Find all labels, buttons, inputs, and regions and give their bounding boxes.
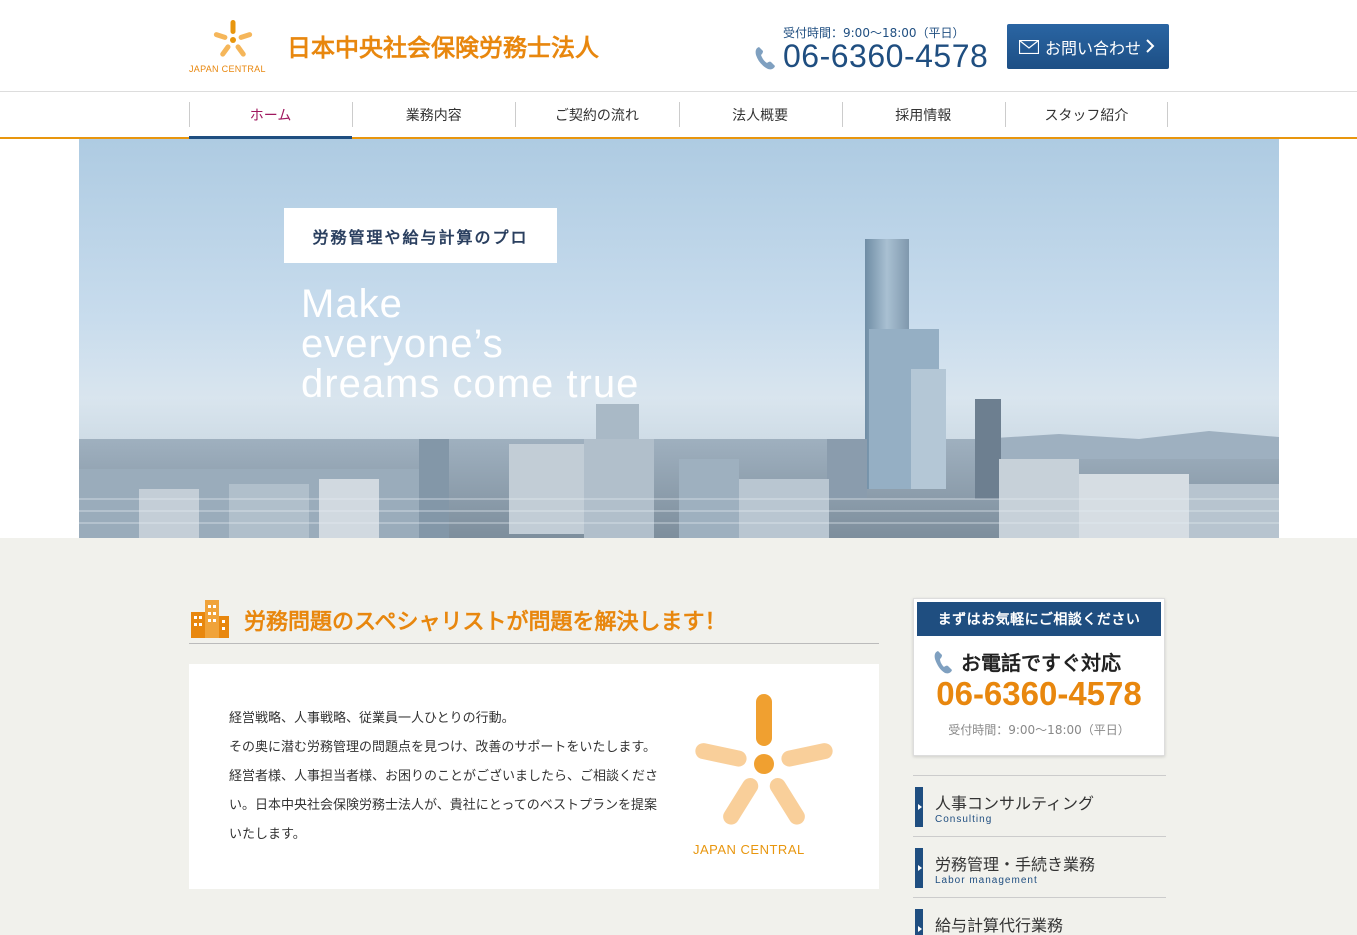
nav-item-contract-flow[interactable]: ご契約の流れ — [515, 92, 678, 137]
service-menu: 人事コンサルティング Consulting 労務管理・手続き業務 Labor m… — [913, 775, 1166, 935]
service-label: 人事コンサルティング — [935, 794, 1095, 813]
logo-wordmark: JAPAN CENTRAL — [189, 64, 266, 74]
service-sublabel: Labor management — [935, 875, 1038, 886]
contact-button[interactable]: お問い合わせ — [1007, 24, 1169, 69]
chevron-right-icon — [1146, 39, 1155, 53]
service-item-payroll[interactable]: 給与計算代行業務 — [913, 897, 1166, 935]
service-label: 労務管理・手続き業務 — [935, 855, 1096, 874]
phone-cta-box[interactable]: まずはお気軽にご相談ください お電話ですぐ対応 06-6360-4578 受付時… — [913, 598, 1165, 756]
section-title: 労務問題のスペシャリストが問題を解決します！ — [244, 610, 727, 635]
nav-item-staff[interactable]: スタッフ紹介 — [1004, 92, 1169, 137]
triangle-right-icon — [918, 865, 922, 871]
mail-icon — [1019, 39, 1039, 54]
site-header: JAPAN CENTRAL 日本中央社会保険労務士法人 受付時間：9:00〜18… — [0, 0, 1357, 92]
hero-tagline: 労務管理や給与計算のプロ — [284, 208, 557, 263]
hero-headline: Make everyone’s dreams come true — [301, 282, 640, 406]
phone-icon — [755, 47, 775, 70]
phone-number[interactable]: 06-6360-4578 — [783, 38, 988, 75]
asterisk-logo-icon — [695, 694, 833, 825]
nav-item-services[interactable]: 業務内容 — [352, 92, 515, 137]
cta-hours: 受付時間：9:00〜18:00（平日） — [948, 723, 1130, 737]
intro-text: 経営戦略、人事戦略、従業員一人ひとりの行動。 その奥に潜む労務管理の問題点を見つ… — [229, 711, 659, 842]
company-logo[interactable]: JAPAN CENTRAL — [189, 18, 285, 76]
intro-logo: JAPAN CENTRAL — [689, 694, 839, 859]
company-name[interactable]: 日本中央社会保険労務士法人 — [287, 28, 599, 63]
city-skyline-image — [79, 239, 1279, 538]
triangle-right-icon — [918, 926, 922, 932]
cta-phone-number[interactable]: 06-6360-4578 — [914, 675, 1164, 713]
main-nav: ホーム 業務内容 ご契約の流れ 法人概要 採用情報 スタッフ紹介 — [0, 92, 1357, 139]
phone-icon — [934, 651, 952, 674]
service-label: 給与計算代行業務 — [935, 916, 1064, 935]
nav-item-home[interactable]: ホーム — [189, 92, 353, 139]
cta-title: お電話ですぐ対応 — [961, 651, 1121, 675]
triangle-right-icon — [918, 804, 922, 810]
nav-item-recruit[interactable]: 採用情報 — [841, 92, 1005, 137]
hero-banner: 労務管理や給与計算のプロ Make everyone’s dreams come… — [79, 139, 1279, 538]
asterisk-logo-icon — [213, 20, 253, 57]
service-sublabel: Consulting — [935, 814, 993, 825]
building-icon — [191, 600, 229, 638]
intro-logo-wordmark: JAPAN CENTRAL — [693, 842, 805, 857]
intro-card: 経営戦略、人事戦略、従業員一人ひとりの行動。 その奥に潜む労務管理の問題点を見つ… — [189, 664, 879, 889]
cta-heading: まずはお気軽にご相談ください — [917, 602, 1161, 636]
nav-item-company[interactable]: 法人概要 — [678, 92, 842, 137]
contact-button-label: お問い合わせ — [1045, 38, 1142, 58]
section-heading: 労務問題のスペシャリストが問題を解決します！ — [189, 598, 879, 644]
service-item-consulting[interactable]: 人事コンサルティング Consulting — [913, 775, 1166, 836]
service-item-labor[interactable]: 労務管理・手続き業務 Labor management — [913, 836, 1166, 897]
